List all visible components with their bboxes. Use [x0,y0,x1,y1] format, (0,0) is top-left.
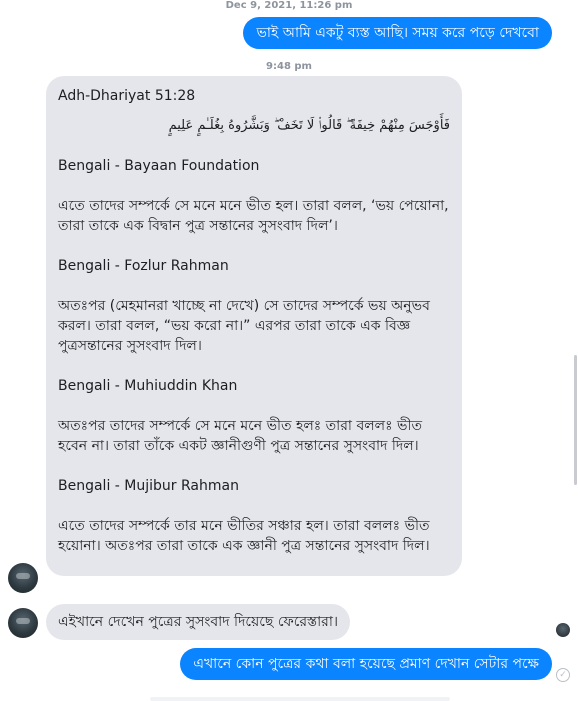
incoming-message[interactable]: এইখানে দেখেন পুত্রের সুসংবাদ দিয়েছে ফের… [46,604,350,640]
translation-text: এতে তাদের সম্পর্কে সে মনে মনে ভীত হল। তা… [58,198,449,234]
scrollbar[interactable] [574,355,577,485]
timestamp: Dec 9, 2021, 11:26 pm [225,0,353,11]
translation-source: Bengali - Bayaan Foundation [58,158,260,174]
translation-text: অতঃপর তাদের সম্পর্কে সে মনে মনে ভীত হলঃ … [58,418,422,454]
quran-verse-message[interactable]: Adh-Dhariyat 51:28 فَأَوْجَسَ مِنْهُمْ خ… [46,76,462,576]
composer-edge [150,697,450,701]
sent-check-icon: ✓ [556,668,570,682]
outgoing-message[interactable]: ভাই আমি একটু ব্যস্ত আছি। সময় করে পড়ে দ… [243,17,552,49]
translation-text: এতে তাদের সম্পর্কে তার মনে ভীতির সঞ্চার … [58,518,430,554]
seen-avatar [556,623,570,637]
sender-avatar[interactable] [8,563,38,593]
translation-text: অতঃপর (মেহমানরা খাচ্ছে না দেখে) সে তাদের… [58,298,430,354]
sender-avatar[interactable] [8,608,38,638]
translation-source: Bengali - Fozlur Rahman [58,258,229,274]
verse-reference: Adh-Dhariyat 51:28 [58,88,196,104]
arabic-verse: فَأَوْجَسَ مِنْهُمْ خِيفَةً ۖ قَالُوا۟ ل… [168,118,450,133]
outgoing-message[interactable]: এখানে কোন পুত্রের কথা বলা হয়েছে প্রমাণ … [180,648,552,680]
translation-source: Bengali - Mujibur Rahman [58,478,239,494]
timestamp: 9:48 pm [266,61,312,72]
translation-source: Bengali - Muhiuddin Khan [58,378,238,394]
